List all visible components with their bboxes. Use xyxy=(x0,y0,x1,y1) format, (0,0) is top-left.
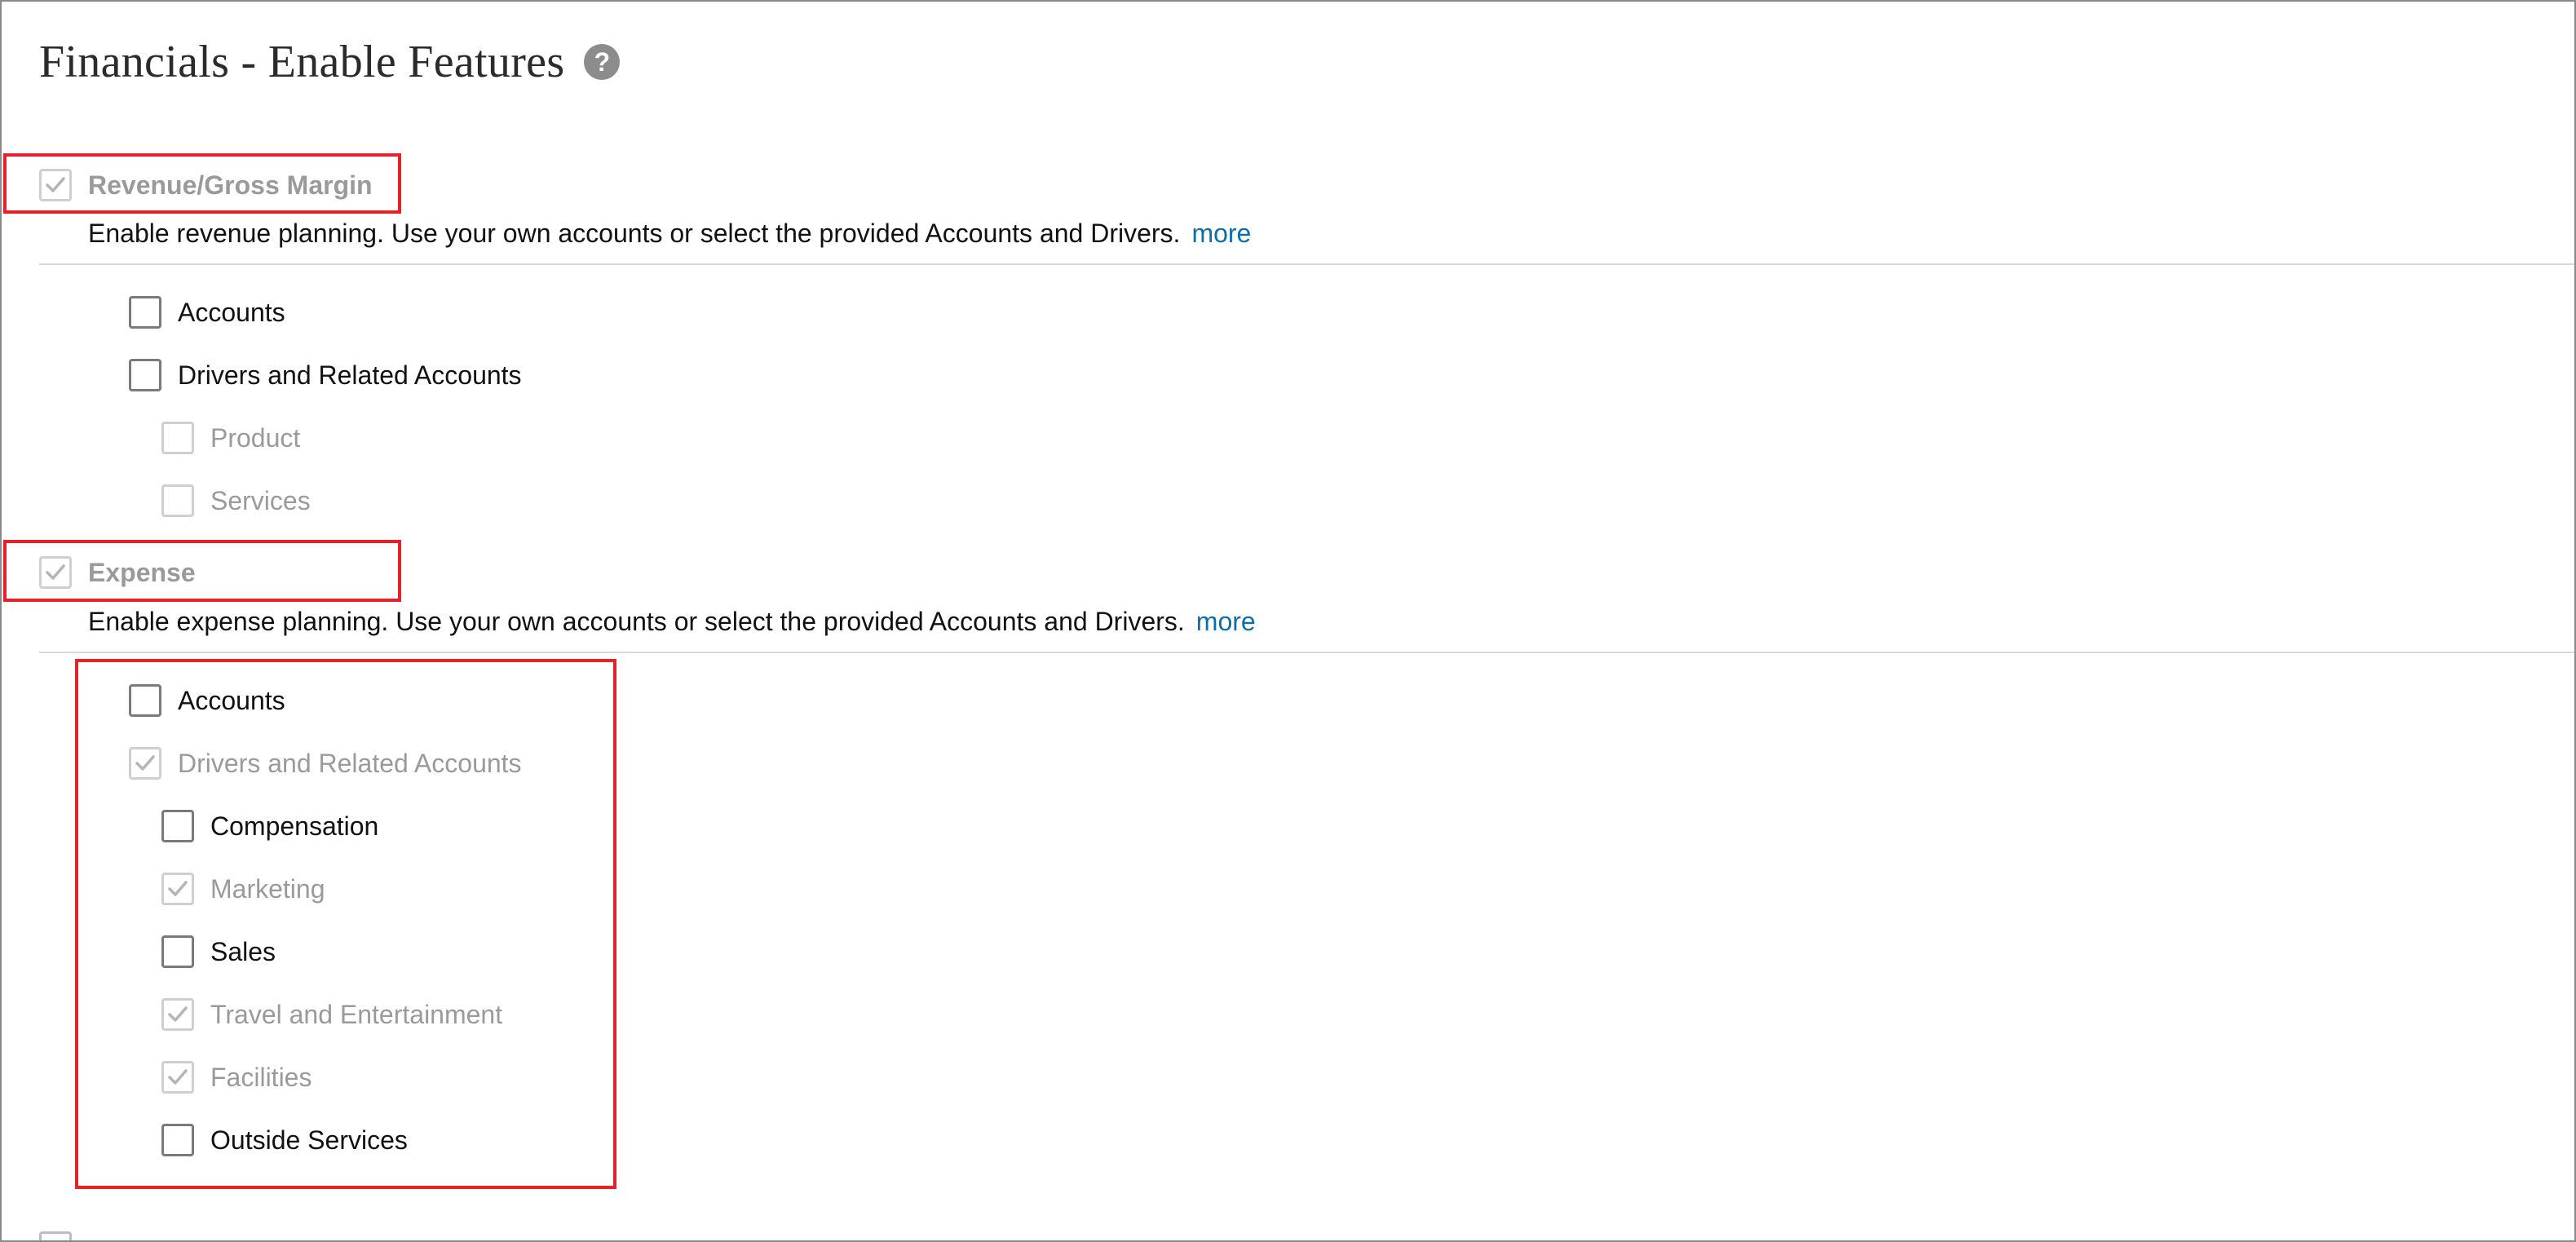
revenue-drivers-checkbox[interactable] xyxy=(129,359,161,391)
expense-facilities-checkbox[interactable] xyxy=(161,1061,194,1094)
revenue-option-product[interactable]: Product xyxy=(161,415,300,461)
checkmark-icon xyxy=(168,1006,188,1022)
revenue-product-label: Product xyxy=(210,422,301,453)
expense-divider xyxy=(39,652,2574,653)
expense-description: Enable expense planning. Use your own ac… xyxy=(88,607,1256,637)
expense-drivers-checkbox[interactable] xyxy=(129,747,161,780)
expense-travel-label: Travel and Entertainment xyxy=(210,999,503,1029)
page-title: Financials - Enable Features xyxy=(39,37,565,87)
expense-accounts-checkbox[interactable] xyxy=(129,684,161,717)
revenue-services-label: Services xyxy=(210,485,311,515)
revenue-description-text: Enable revenue planning. Use your own ac… xyxy=(88,219,1181,248)
expense-travel-checkbox[interactable] xyxy=(161,998,194,1031)
expense-sales-checkbox[interactable] xyxy=(161,935,194,968)
title-row: Financials - Enable Features ? xyxy=(39,33,621,91)
revenue-accounts-label: Accounts xyxy=(178,297,285,327)
next-feature-partial[interactable] xyxy=(39,1231,72,1240)
revenue-option-drivers[interactable]: Drivers and Related Accounts xyxy=(129,352,522,398)
expense-sales-label: Sales xyxy=(210,936,276,966)
checkmark-icon xyxy=(135,755,155,771)
expense-option-marketing[interactable]: Marketing xyxy=(161,866,325,912)
expense-facilities-label: Facilities xyxy=(210,1062,312,1092)
expense-description-text: Enable expense planning. Use your own ac… xyxy=(88,607,1185,636)
expense-drivers-label: Drivers and Related Accounts xyxy=(178,748,522,778)
checkmark-icon xyxy=(168,881,188,896)
revenue-drivers-label: Drivers and Related Accounts xyxy=(178,360,522,390)
expense-options-highlight-box xyxy=(75,659,616,1189)
revenue-description: Enable revenue planning. Use your own ac… xyxy=(88,219,1251,249)
expense-accounts-label: Accounts xyxy=(178,685,285,715)
expense-marketing-label: Marketing xyxy=(210,873,325,904)
expense-option-facilities[interactable]: Facilities xyxy=(161,1054,312,1100)
expense-option-sales[interactable]: Sales xyxy=(161,929,276,975)
expense-outside-services-checkbox[interactable] xyxy=(161,1124,194,1156)
expense-more-link[interactable]: more xyxy=(1196,607,1256,636)
expense-option-outside-services[interactable]: Outside Services xyxy=(161,1117,408,1163)
revenue-option-services[interactable]: Services xyxy=(161,478,311,524)
revenue-accounts-checkbox[interactable] xyxy=(129,296,161,329)
revenue-highlight-box xyxy=(3,153,401,214)
checkmark-icon xyxy=(168,1069,188,1085)
expense-highlight-box xyxy=(3,540,401,602)
revenue-product-checkbox[interactable] xyxy=(161,422,194,454)
expense-compensation-checkbox[interactable] xyxy=(161,810,194,842)
expense-outside-services-label: Outside Services xyxy=(210,1125,408,1155)
expense-option-drivers[interactable]: Drivers and Related Accounts xyxy=(129,740,522,786)
expense-option-accounts[interactable]: Accounts xyxy=(129,678,285,723)
expense-marketing-checkbox[interactable] xyxy=(161,873,194,905)
revenue-option-accounts[interactable]: Accounts xyxy=(129,290,285,335)
expense-option-compensation[interactable]: Compensation xyxy=(161,803,378,849)
enable-features-page: Financials - Enable Features ? Revenue/G… xyxy=(0,0,2576,1242)
revenue-divider xyxy=(39,263,2574,265)
revenue-services-checkbox[interactable] xyxy=(161,484,194,517)
help-icon[interactable]: ? xyxy=(584,44,621,80)
next-feature-checkbox[interactable] xyxy=(39,1231,72,1240)
expense-option-travel[interactable]: Travel and Entertainment xyxy=(161,992,502,1037)
revenue-more-link[interactable]: more xyxy=(1191,219,1251,248)
expense-compensation-label: Compensation xyxy=(210,811,379,841)
